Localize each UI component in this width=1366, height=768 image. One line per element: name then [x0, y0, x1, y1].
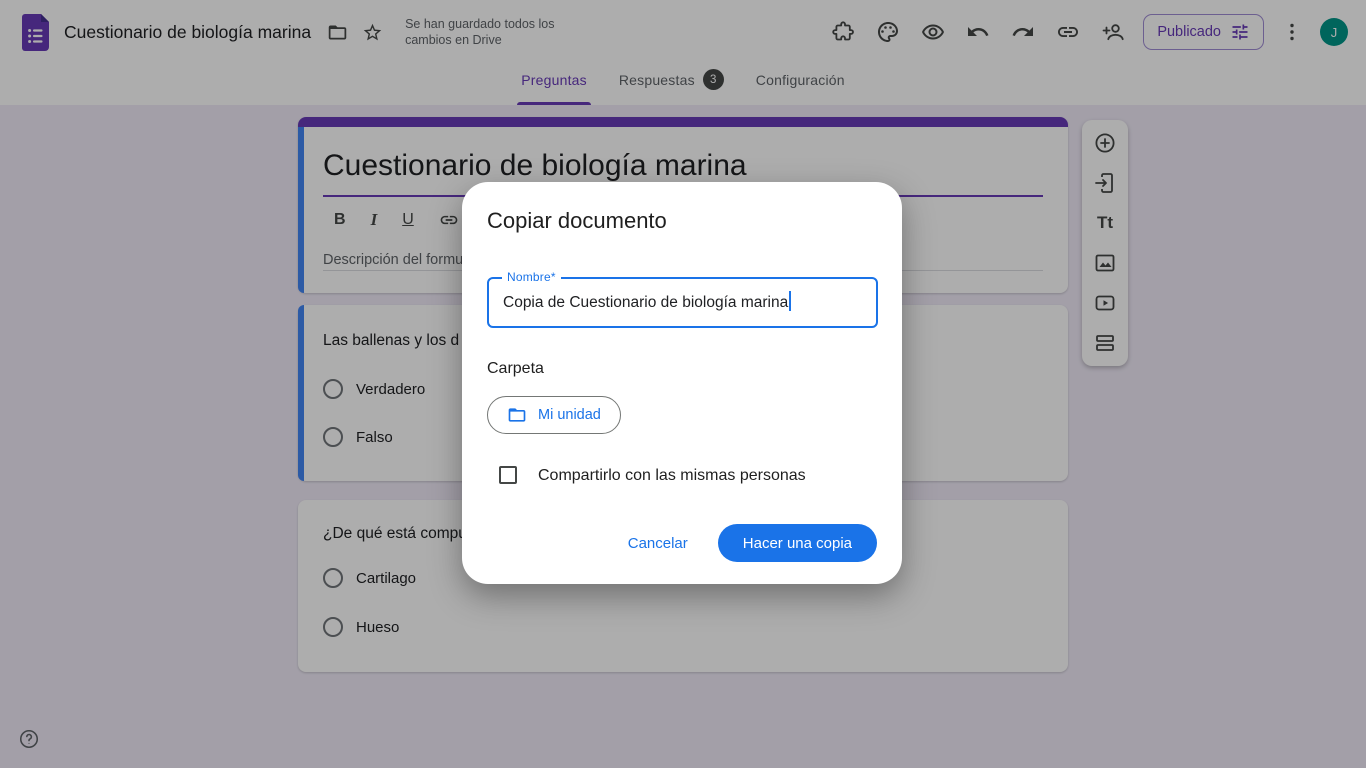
copy-document-dialog: Copiar documento Nombre* Copia de Cuesti… — [462, 182, 902, 584]
dialog-actions: Cancelar Hacer una copia — [628, 524, 877, 562]
dialog-title: Copiar documento — [487, 208, 667, 234]
make-a-copy-button[interactable]: Hacer una copia — [718, 524, 877, 562]
share-checkbox-label: Compartirlo con las mismas personas — [538, 467, 806, 485]
text-caret — [789, 291, 791, 311]
share-with-same-people-checkbox[interactable] — [499, 466, 517, 484]
copy-name-field[interactable]: Nombre* Copia de Cuestionario de biologí… — [487, 277, 878, 328]
folder-picker-button[interactable]: Mi unidad — [487, 396, 621, 434]
cancel-button[interactable]: Cancelar — [628, 535, 688, 552]
folder-picker-label: Mi unidad — [538, 407, 601, 423]
folder-section-label: Carpeta — [487, 360, 544, 378]
folder-icon — [507, 405, 527, 425]
copy-name-value: Copia de Cuestionario de biología marina — [503, 279, 791, 326]
